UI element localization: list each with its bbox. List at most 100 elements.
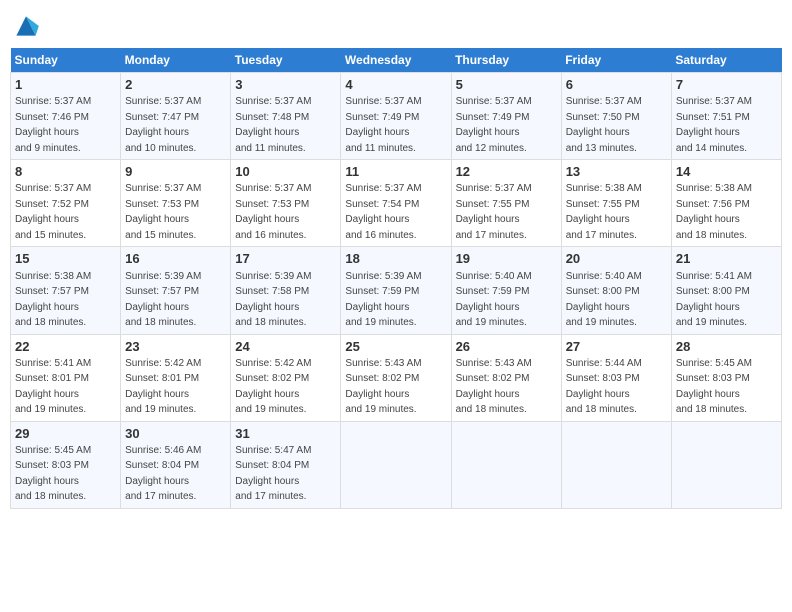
logo-icon bbox=[10, 10, 42, 42]
calendar-cell: 27 Sunrise: 5:44 AMSunset: 8:03 PMDayligh… bbox=[561, 334, 671, 421]
day-number: 17 bbox=[235, 250, 336, 268]
day-info: Sunrise: 5:40 AMSunset: 8:00 PMDaylight … bbox=[566, 271, 642, 329]
day-info: Sunrise: 5:43 AMSunset: 8:02 PMDaylight … bbox=[345, 358, 421, 416]
day-info: Sunrise: 5:38 AMSunset: 7:57 PMDaylight … bbox=[15, 271, 91, 329]
day-number: 2 bbox=[125, 76, 226, 94]
day-info: Sunrise: 5:43 AMSunset: 8:02 PMDaylight … bbox=[456, 358, 532, 416]
day-number: 5 bbox=[456, 76, 557, 94]
day-number: 13 bbox=[566, 163, 667, 181]
day-number: 20 bbox=[566, 250, 667, 268]
calendar-cell: 31 Sunrise: 5:47 AMSunset: 8:04 PMDayligh… bbox=[231, 421, 341, 508]
calendar-cell: 28 Sunrise: 5:45 AMSunset: 8:03 PMDayligh… bbox=[671, 334, 781, 421]
week-row-5: 29 Sunrise: 5:45 AMSunset: 8:03 PMDayligh… bbox=[11, 421, 782, 508]
calendar-cell: 11 Sunrise: 5:37 AMSunset: 7:54 PMDayligh… bbox=[341, 160, 451, 247]
day-info: Sunrise: 5:41 AMSunset: 8:01 PMDaylight … bbox=[15, 358, 91, 416]
day-number: 18 bbox=[345, 250, 446, 268]
week-row-1: 1 Sunrise: 5:37 AMSunset: 7:46 PMDaylight… bbox=[11, 73, 782, 160]
day-info: Sunrise: 5:41 AMSunset: 8:00 PMDaylight … bbox=[676, 271, 752, 329]
calendar-cell: 1 Sunrise: 5:37 AMSunset: 7:46 PMDaylight… bbox=[11, 73, 121, 160]
day-number: 29 bbox=[15, 425, 116, 443]
day-info: Sunrise: 5:37 AMSunset: 7:53 PMDaylight … bbox=[125, 183, 201, 241]
day-number: 31 bbox=[235, 425, 336, 443]
day-info: Sunrise: 5:37 AMSunset: 7:49 PMDaylight … bbox=[345, 96, 421, 154]
logo bbox=[10, 10, 46, 42]
day-header-tuesday: Tuesday bbox=[231, 48, 341, 73]
day-info: Sunrise: 5:39 AMSunset: 7:59 PMDaylight … bbox=[345, 271, 421, 329]
calendar-cell: 8Sunrise: 5:37 AMSunset: 7:52 PMDaylight… bbox=[11, 160, 121, 247]
day-number: 7 bbox=[676, 76, 777, 94]
day-number: 4 bbox=[345, 76, 446, 94]
day-info: Sunrise: 5:37 AMSunset: 7:53 PMDaylight … bbox=[235, 183, 311, 241]
calendar-cell: 10 Sunrise: 5:37 AMSunset: 7:53 PMDayligh… bbox=[231, 160, 341, 247]
day-header-sunday: Sunday bbox=[11, 48, 121, 73]
calendar-cell: 17 Sunrise: 5:39 AMSunset: 7:58 PMDayligh… bbox=[231, 247, 341, 334]
day-info: Sunrise: 5:45 AMSunset: 8:03 PMDaylight … bbox=[15, 445, 91, 503]
day-info: Sunrise: 5:37 AMSunset: 7:48 PMDaylight … bbox=[235, 96, 311, 154]
calendar-cell: 15 Sunrise: 5:38 AMSunset: 7:57 PMDayligh… bbox=[11, 247, 121, 334]
day-header-wednesday: Wednesday bbox=[341, 48, 451, 73]
calendar-cell bbox=[561, 421, 671, 508]
calendar-cell bbox=[671, 421, 781, 508]
day-number: 11 bbox=[345, 163, 446, 181]
day-info: Sunrise: 5:44 AMSunset: 8:03 PMDaylight … bbox=[566, 358, 642, 416]
calendar-cell: 23 Sunrise: 5:42 AMSunset: 8:01 PMDayligh… bbox=[121, 334, 231, 421]
week-row-3: 15 Sunrise: 5:38 AMSunset: 7:57 PMDayligh… bbox=[11, 247, 782, 334]
day-info: Sunrise: 5:37 AMSunset: 7:54 PMDaylight … bbox=[345, 183, 421, 241]
day-info: Sunrise: 5:39 AMSunset: 7:57 PMDaylight … bbox=[125, 271, 201, 329]
day-info: Sunrise: 5:37 AMSunset: 7:55 PMDaylight … bbox=[456, 183, 532, 241]
day-number: 9 bbox=[125, 163, 226, 181]
day-number: 8 bbox=[15, 163, 116, 181]
calendar-cell: 9 Sunrise: 5:37 AMSunset: 7:53 PMDaylight… bbox=[121, 160, 231, 247]
day-info: Sunrise: 5:39 AMSunset: 7:58 PMDaylight … bbox=[235, 271, 311, 329]
day-number: 23 bbox=[125, 338, 226, 356]
calendar-cell: 21 Sunrise: 5:41 AMSunset: 8:00 PMDayligh… bbox=[671, 247, 781, 334]
day-info: Sunrise: 5:45 AMSunset: 8:03 PMDaylight … bbox=[676, 358, 752, 416]
day-number: 30 bbox=[125, 425, 226, 443]
calendar-cell: 18 Sunrise: 5:39 AMSunset: 7:59 PMDayligh… bbox=[341, 247, 451, 334]
calendar-cell: 6 Sunrise: 5:37 AMSunset: 7:50 PMDaylight… bbox=[561, 73, 671, 160]
day-number: 3 bbox=[235, 76, 336, 94]
day-info: Sunrise: 5:37 AMSunset: 7:51 PMDaylight … bbox=[676, 96, 752, 154]
day-header-friday: Friday bbox=[561, 48, 671, 73]
day-number: 19 bbox=[456, 250, 557, 268]
day-info: Sunrise: 5:47 AMSunset: 8:04 PMDaylight … bbox=[235, 445, 311, 503]
day-info: Sunrise: 5:38 AMSunset: 7:56 PMDaylight … bbox=[676, 183, 752, 241]
day-number: 26 bbox=[456, 338, 557, 356]
calendar-cell: 29 Sunrise: 5:45 AMSunset: 8:03 PMDayligh… bbox=[11, 421, 121, 508]
day-info: Sunrise: 5:37 AMSunset: 7:50 PMDaylight … bbox=[566, 96, 642, 154]
day-number: 6 bbox=[566, 76, 667, 94]
day-info: Sunrise: 5:37 AMSunset: 7:49 PMDaylight … bbox=[456, 96, 532, 154]
day-number: 10 bbox=[235, 163, 336, 181]
day-number: 27 bbox=[566, 338, 667, 356]
calendar-cell: 24Sunrise: 5:42 AMSunset: 8:02 PMDayligh… bbox=[231, 334, 341, 421]
day-number: 14 bbox=[676, 163, 777, 181]
day-number: 16 bbox=[125, 250, 226, 268]
calendar-cell: 22 Sunrise: 5:41 AMSunset: 8:01 PMDayligh… bbox=[11, 334, 121, 421]
calendar-cell: 19 Sunrise: 5:40 AMSunset: 7:59 PMDayligh… bbox=[451, 247, 561, 334]
calendar-cell bbox=[451, 421, 561, 508]
calendar-cell bbox=[341, 421, 451, 508]
day-info: Sunrise: 5:40 AMSunset: 7:59 PMDaylight … bbox=[456, 271, 532, 329]
day-number: 1 bbox=[15, 76, 116, 94]
day-number: 21 bbox=[676, 250, 777, 268]
calendar-cell: 3 Sunrise: 5:37 AMSunset: 7:48 PMDaylight… bbox=[231, 73, 341, 160]
day-number: 28 bbox=[676, 338, 777, 356]
calendar-cell: 26 Sunrise: 5:43 AMSunset: 8:02 PMDayligh… bbox=[451, 334, 561, 421]
day-number: 24 bbox=[235, 338, 336, 356]
calendar-cell: 30 Sunrise: 5:46 AMSunset: 8:04 PMDayligh… bbox=[121, 421, 231, 508]
day-info: Sunrise: 5:37 AMSunset: 7:46 PMDaylight … bbox=[15, 96, 91, 154]
calendar-table: SundayMondayTuesdayWednesdayThursdayFrid… bbox=[10, 48, 782, 509]
calendar-cell: 13Sunrise: 5:38 AMSunset: 7:55 PMDayligh… bbox=[561, 160, 671, 247]
day-number: 22 bbox=[15, 338, 116, 356]
day-info: Sunrise: 5:42 AMSunset: 8:01 PMDaylight … bbox=[125, 358, 201, 416]
day-header-monday: Monday bbox=[121, 48, 231, 73]
calendar-cell: 7 Sunrise: 5:37 AMSunset: 7:51 PMDaylight… bbox=[671, 73, 781, 160]
week-row-2: 8Sunrise: 5:37 AMSunset: 7:52 PMDaylight… bbox=[11, 160, 782, 247]
calendar-cell: 16 Sunrise: 5:39 AMSunset: 7:57 PMDayligh… bbox=[121, 247, 231, 334]
day-header-saturday: Saturday bbox=[671, 48, 781, 73]
day-header-thursday: Thursday bbox=[451, 48, 561, 73]
week-row-4: 22 Sunrise: 5:41 AMSunset: 8:01 PMDayligh… bbox=[11, 334, 782, 421]
calendar-cell: 5 Sunrise: 5:37 AMSunset: 7:49 PMDaylight… bbox=[451, 73, 561, 160]
day-info: Sunrise: 5:46 AMSunset: 8:04 PMDaylight … bbox=[125, 445, 201, 503]
day-number: 15 bbox=[15, 250, 116, 268]
